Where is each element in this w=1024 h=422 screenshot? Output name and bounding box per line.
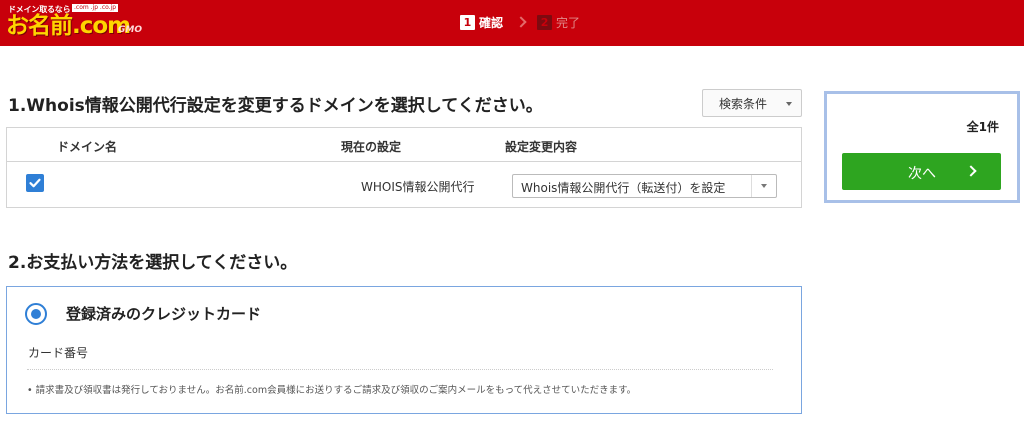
saved-credit-card-radio[interactable] <box>25 303 47 325</box>
order-summary-panel: 全1件 次へ <box>824 91 1020 203</box>
logo-gmo: GMO <box>118 25 142 35</box>
card-number-label: カード番号 <box>28 346 89 360</box>
site-header: ドメイン取るなら .com .jp .co.jp お名前.com GMO 1 確… <box>0 0 1024 46</box>
domain-table: ドメイン名 現在の設定 設定変更内容 WHOIS情報公開代行 Whois情報公開… <box>6 127 802 208</box>
step-2-number: 2 <box>537 14 553 30</box>
table-header-row: ドメイン名 現在の設定 設定変更内容 <box>7 128 801 162</box>
column-header-current-setting: 現在の設定 <box>341 140 402 154</box>
logo-wordmark: お名前.com <box>6 13 131 39</box>
table-row: WHOIS情報公開代行 Whois情報公開代行（転送付）を設定 <box>7 163 801 207</box>
logo-tlds: .com .jp .co.jp <box>72 4 119 12</box>
invoice-note: • 請求書及び領収書は発行しておりません。お名前.com会員様にお送りするご請求… <box>27 385 637 396</box>
dropdown-arrow-icon <box>786 102 792 106</box>
payment-method-box: 登録済みのクレジットカード カード番号 • 請求書及び領収書は発行しておりません… <box>6 286 802 414</box>
total-count: 全1件 <box>966 120 999 134</box>
domain-checkbox[interactable] <box>26 174 44 192</box>
column-header-domain: ドメイン名 <box>57 140 118 154</box>
radio-selected-dot <box>31 309 41 319</box>
next-button-label: 次へ <box>908 166 936 182</box>
step-2-label: 完了 <box>556 15 581 30</box>
current-setting-value: WHOIS情報公開代行 <box>361 180 475 194</box>
setting-change-select[interactable]: Whois情報公開代行（転送付）を設定 <box>512 174 777 198</box>
progress-steps: 1 確認 2 完了 <box>460 12 580 32</box>
search-conditions-button[interactable]: 検索条件 <box>702 89 802 117</box>
checkmark-icon <box>29 178 41 188</box>
chevron-right-icon <box>965 165 977 177</box>
step-arrow-icon <box>515 16 527 28</box>
next-button[interactable]: 次へ <box>842 153 1001 190</box>
select-divider <box>751 175 752 197</box>
step-1-label: 確認 <box>479 15 504 30</box>
section-2-title: 2.お支払い方法を選択してください。 <box>8 253 298 273</box>
dotted-divider <box>27 369 773 370</box>
column-header-change-setting: 設定変更内容 <box>505 140 578 154</box>
search-conditions-label: 検索条件 <box>719 96 768 111</box>
step-1-number: 1 <box>460 14 475 30</box>
setting-change-selected-value: Whois情報公開代行（転送付）を設定 <box>521 181 726 195</box>
section-1-title: 1.Whois情報公開代行設定を変更するドメインを選択してください。 <box>8 96 543 116</box>
onamae-logo[interactable]: ドメイン取るなら .com .jp .co.jp お名前.com GMO <box>6 4 156 42</box>
chevron-down-icon <box>761 184 767 188</box>
payment-option-label[interactable]: 登録済みのクレジットカード <box>66 303 261 324</box>
